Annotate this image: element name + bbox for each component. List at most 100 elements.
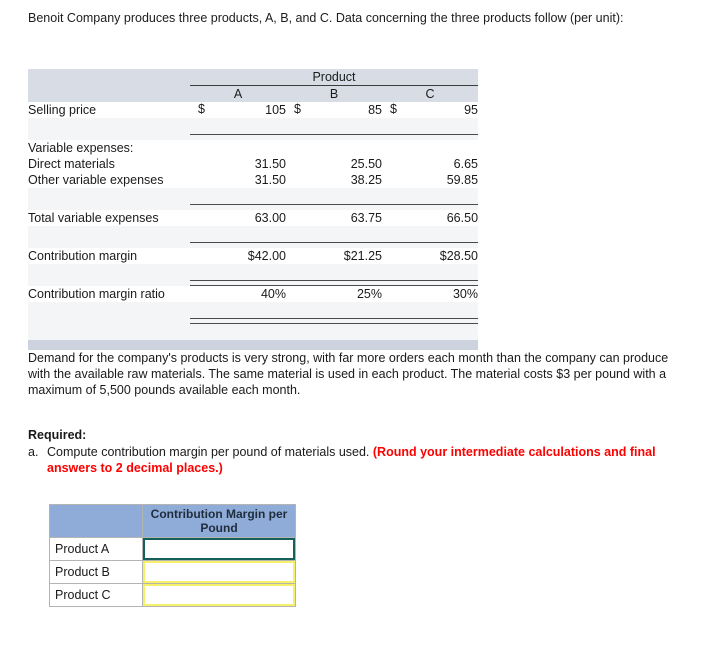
spacer-cell (382, 118, 478, 135)
spacer-cell (28, 302, 190, 319)
cell-total-variable-b: 63.75 (350, 211, 382, 225)
spacer-cell (28, 188, 190, 205)
row-label-variable-expenses: Variable expenses: (28, 141, 134, 155)
cell-cm-ratio-b: 25% (356, 287, 382, 301)
table-row-contribution-margin: Contribution margin $42.00 $21.25 $28.50 (28, 248, 479, 264)
answer-input-product-c[interactable] (143, 584, 295, 606)
table-spacer-row (28, 118, 479, 135)
cell-total-variable-c: 66.50 (446, 211, 479, 225)
table-spacer-row (28, 302, 479, 319)
cell-contribution-margin-a: $42.00 (247, 249, 286, 263)
spacer-cell (190, 188, 286, 205)
column-header-c: C (382, 85, 479, 102)
required-item-a: a. Compute contribution margin per pound … (28, 444, 676, 476)
spacer-cell (28, 324, 190, 341)
cell-contribution-margin-b: $21.25 (343, 249, 382, 263)
spacer-cell (28, 118, 190, 135)
cell-value: 95 (464, 103, 479, 117)
answer-input-product-b[interactable] (143, 561, 295, 583)
table-group-header-row: Product (28, 69, 479, 86)
table-row: Product B (49, 560, 296, 584)
spacer-cell (382, 188, 478, 205)
table-spacer-row (28, 188, 479, 205)
required-section: Required: a. Compute contribution margin … (28, 427, 676, 476)
intro-paragraph: Benoit Company produces three products, … (28, 11, 624, 25)
column-header-a: A (190, 85, 286, 102)
demand-paragraph: Demand for the company's products is ver… (28, 351, 669, 397)
answer-table-container: Contribution Margin per Pound Product A … (49, 504, 296, 607)
table-bottom-gap-row (28, 323, 479, 341)
cell-other-variable-c: 59.85 (446, 173, 479, 187)
cell-other-variable-b: 38.25 (350, 173, 382, 187)
spacer-cell (382, 302, 478, 319)
table-row-direct-materials: Direct materials 31.50 25.50 6.65 (28, 156, 479, 172)
currency-symbol: $ (198, 102, 205, 116)
cell-empty-c (382, 140, 478, 156)
answer-header-blank (49, 504, 143, 538)
group-header-product: Product (312, 70, 356, 84)
cell-cm-ratio-c: 30% (452, 287, 479, 301)
row-label-contribution-margin-ratio: Contribution margin ratio (28, 286, 165, 301)
cell-selling-price-c: $95 (382, 102, 478, 118)
spacer-cell (286, 264, 382, 281)
table-row-total-variable-expenses: Total variable expenses 63.00 63.75 66.5… (28, 210, 479, 226)
table-row: Product C (49, 583, 296, 607)
table-column-header-row: A B C (28, 85, 479, 103)
row-label-contribution-margin: Contribution margin (28, 249, 138, 263)
required-item-marker: a. (28, 445, 39, 459)
table-row-other-variable-expenses: Other variable expenses 31.50 38.25 59.8… (28, 172, 479, 188)
answer-input-product-a[interactable] (143, 538, 295, 560)
spacer-cell (286, 226, 382, 243)
spacer-cell (190, 302, 286, 319)
cell-value: 105 (265, 103, 286, 117)
cell-empty-b (286, 140, 382, 156)
answer-table: Contribution Margin per Pound Product A … (49, 504, 296, 607)
row-label-other-variable-expenses: Other variable expenses (28, 173, 164, 187)
spacer-cell (190, 264, 286, 281)
spacer-cell (190, 324, 286, 341)
answer-input-cell-product-a[interactable] (142, 537, 296, 561)
table-row-contribution-margin-ratio: Contribution margin ratio 40% 25% 30% (28, 285, 479, 302)
answer-row-label-product-c: Product C (49, 583, 143, 607)
cell-direct-materials-b: 25.50 (350, 157, 382, 171)
column-header-b: B (286, 85, 382, 102)
cell-direct-materials-c: 6.65 (453, 157, 479, 171)
spacer-cell (382, 226, 478, 243)
row-label-selling-price: Selling price (28, 103, 97, 117)
spacer-cell (382, 264, 478, 281)
row-label-total-variable-expenses: Total variable expenses (28, 211, 159, 225)
table-row-selling-price: Selling price $105 $85 $95 (28, 102, 479, 118)
cell-total-variable-a: 63.00 (254, 211, 286, 225)
currency-symbol: $ (390, 102, 397, 116)
product-data-table: Product A B C Selling price $105 $85 $95 (28, 69, 479, 350)
cell-cm-ratio-a: 40% (260, 287, 286, 301)
cell-value: 85 (368, 103, 382, 117)
spacer-cell (382, 324, 478, 341)
answer-input-cell-product-c[interactable] (142, 583, 296, 607)
spacer-cell (28, 264, 190, 281)
cell-selling-price-a: $105 (190, 102, 286, 118)
table-footer-band (28, 340, 478, 350)
answer-row-label-product-a: Product A (49, 537, 143, 561)
table-spacer-row (28, 226, 479, 243)
required-title: Required: (28, 428, 87, 442)
spacer-cell (190, 226, 286, 243)
cell-contribution-margin-c: $28.50 (439, 249, 479, 263)
currency-symbol: $ (294, 102, 301, 116)
group-header-spacer (28, 69, 190, 86)
answer-row-label-product-b: Product B (49, 560, 143, 584)
column-header-spacer (28, 86, 190, 103)
answer-input-cell-product-b[interactable] (142, 560, 296, 584)
spacer-cell (190, 118, 286, 135)
answer-header-row: Contribution Margin per Pound (49, 504, 296, 538)
cell-selling-price-b: $85 (286, 102, 382, 118)
spacer-cell (286, 302, 382, 319)
required-item-text: Compute contribution margin per pound of… (47, 445, 370, 459)
row-label-direct-materials: Direct materials (28, 157, 115, 171)
spacer-cell (28, 226, 190, 243)
cell-direct-materials-a: 31.50 (254, 157, 286, 171)
cell-other-variable-a: 31.50 (254, 173, 286, 187)
table-row-variable-expenses-header: Variable expenses: (28, 140, 479, 156)
spacer-cell (286, 188, 382, 205)
table-row: Product A (49, 537, 296, 561)
